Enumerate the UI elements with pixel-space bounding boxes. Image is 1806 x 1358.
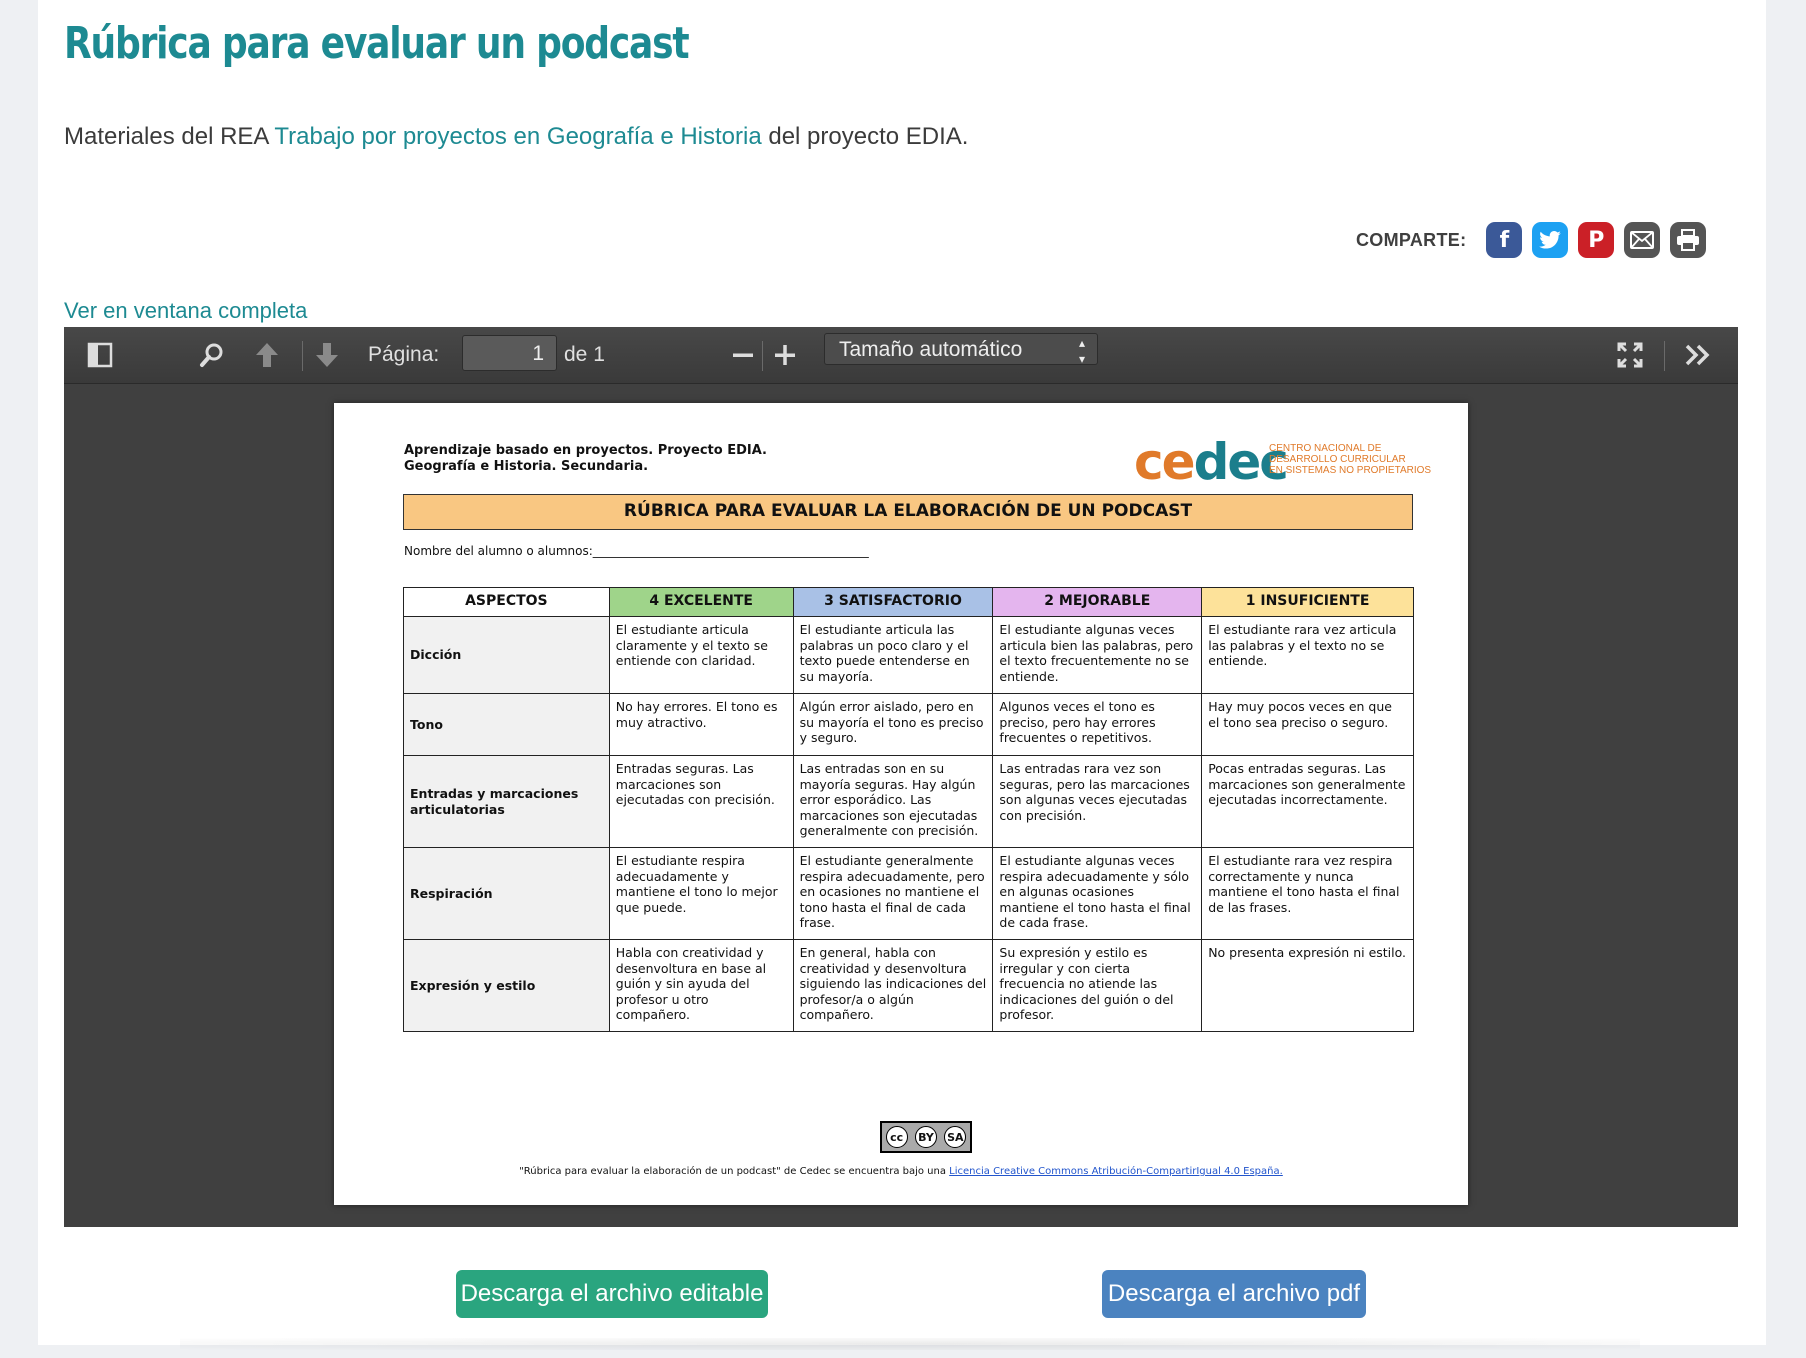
cedec-logo: cedec (1134, 433, 1289, 491)
next-page-icon[interactable] (310, 327, 344, 383)
twitter-icon[interactable] (1532, 222, 1569, 258)
zoom-out-icon[interactable] (726, 327, 760, 383)
download-pdf-button[interactable]: Descarga el archivo pdf (1102, 1270, 1366, 1318)
print-icon[interactable] (1670, 222, 1707, 258)
toolbar-separator (762, 341, 763, 371)
rubric-table: ASPECTOS 4 EXCELENTE 3 SATISFACTORIO 2 M… (403, 587, 1414, 1032)
page-subtitle: Materiales del REA Trabajo por proyectos… (64, 123, 968, 151)
table-row: Dicción El estudiante articula clarament… (403, 616, 1414, 694)
main-page: Rúbrica para evaluar un podcast Material… (38, 0, 1766, 1345)
aspect-cell: Respiración (403, 847, 610, 940)
table-cell: El estudiante articula las palabras un p… (792, 616, 994, 694)
toolbar-separator (1664, 341, 1665, 371)
table-row: Tono No hay errores. El tono es muy atra… (403, 693, 1414, 756)
doc-header: Aprendizaje basado en proyectos. Proyect… (404, 443, 767, 475)
column-header: ASPECTOS (403, 587, 610, 617)
column-header: 2 MEJORABLE (992, 587, 1203, 617)
table-cell: El estudiante articula claramente y el t… (608, 616, 794, 694)
subtitle-suffix: del proyecto EDIA. (761, 123, 969, 150)
download-editable-button[interactable]: Descarga el archivo editable (456, 1270, 768, 1318)
student-name-line: Nombre del alumno o alumnos:____________… (404, 544, 869, 558)
table-cell: Las entradas rara vez son seguras, pero … (992, 755, 1203, 848)
share-label: COMPARTE: (1356, 229, 1467, 250)
table-cell: El estudiante rara vez articula las pala… (1201, 616, 1414, 694)
tools-menu-icon[interactable] (1678, 327, 1718, 383)
page-shadow (180, 1338, 1640, 1350)
cc-by-icon: BY (914, 1126, 937, 1148)
zoom-in-icon[interactable] (768, 327, 802, 383)
pdf-page: Aprendizaje basado en proyectos. Proyect… (334, 403, 1468, 1205)
table-cell: Algunos veces el tono es preciso, pero h… (992, 693, 1203, 756)
column-header: 4 EXCELENTE (608, 587, 794, 617)
page-label: Página: (368, 343, 440, 366)
pdf-viewer: Página: 1 de 1 Tamaño automático ▴ ▾ Apr… (64, 327, 1738, 1227)
page-number-input[interactable]: 1 (462, 335, 557, 371)
presentation-mode-icon[interactable] (1612, 327, 1648, 383)
table-cell: Pocas entradas seguras. Las marcaciones … (1201, 755, 1414, 848)
select-arrows-icon: ▴ ▾ (1078, 336, 1085, 366)
table-row: Entradas y marcaciones articulatorias En… (403, 755, 1414, 848)
license-footer: "Rúbrica para evaluar la elaboración de … (334, 1166, 1468, 1177)
full-window-link[interactable]: Ver en ventana completa (64, 298, 307, 324)
doc-header-line1: Aprendizaje basado en proyectos. Proyect… (404, 443, 767, 458)
aspect-cell: Tono (403, 693, 610, 756)
table-cell: Algún error aislado, pero en su mayoría … (792, 693, 994, 756)
previous-page-icon[interactable] (250, 327, 284, 383)
doc-header-line2: Geografía e Historia. Secundaria. (404, 459, 649, 474)
page-title: Rúbrica para evaluar un podcast (64, 18, 690, 69)
table-cell: El estudiante algunas veces articula bie… (992, 616, 1203, 694)
table-cell: No presenta expresión ni estilo. (1201, 939, 1414, 1032)
subtitle-prefix: Materiales del REA (64, 123, 275, 150)
table-row: Expresión y estilo Habla con creatividad… (403, 939, 1414, 1032)
zoom-select-value: Tamaño automático (839, 338, 1023, 361)
search-icon[interactable] (194, 327, 230, 383)
table-cell: No hay errores. El tono es muy atractivo… (608, 693, 794, 756)
footer-text: "Rúbrica para evaluar la elaboración de … (519, 1166, 950, 1177)
creative-commons-badge: cc BY SA (880, 1121, 972, 1153)
rea-link[interactable]: Trabajo por proyectos en Geografía e His… (274, 123, 761, 150)
cc-icon: cc (885, 1126, 908, 1148)
aspect-cell: Entradas y marcaciones articulatorias (403, 755, 610, 848)
aspect-cell: Expresión y estilo (403, 939, 610, 1032)
table-cell: Las entradas son en su mayoría seguras. … (792, 755, 994, 848)
viewer-toolbar: Página: 1 de 1 Tamaño automático ▴ ▾ (64, 327, 1738, 384)
table-cell: El estudiante generalmente respira adecu… (792, 847, 994, 940)
table-cell: El estudiante respira adecuadamente y ma… (608, 847, 794, 940)
table-cell: Habla con creatividad y desenvoltura en … (608, 939, 794, 1032)
table-cell: El estudiante rara vez respira correctam… (1201, 847, 1414, 940)
license-link[interactable]: Licencia Creative Commons Atribución-Com… (949, 1166, 1283, 1177)
rubric-banner: RÚBRICA PARA EVALUAR LA ELABORACIÓN DE U… (403, 494, 1413, 530)
table-cell: El estudiante algunas veces respira adec… (992, 847, 1203, 940)
zoom-select[interactable]: Tamaño automático ▴ ▾ (824, 333, 1098, 366)
facebook-icon[interactable]: f (1486, 222, 1523, 258)
toolbar-separator (302, 341, 303, 371)
page-total: de 1 (564, 343, 605, 366)
rubric-header-row: ASPECTOS 4 EXCELENTE 3 SATISFACTORIO 2 M… (403, 587, 1414, 617)
column-header: 3 SATISFACTORIO (792, 587, 994, 617)
sidebar-toggle-icon[interactable] (82, 327, 118, 383)
table-cell: Su expresión y estilo es irregular y con… (992, 939, 1203, 1032)
cc-sa-icon: SA (944, 1126, 967, 1148)
cedec-logo-subtitle: CENTRO NACIONAL DE DESARROLLO CURRICULAR… (1269, 443, 1432, 476)
aspect-cell: Dicción (403, 616, 610, 694)
column-header: 1 INSUFICIENTE (1201, 587, 1414, 617)
pinterest-icon[interactable]: P (1578, 222, 1615, 258)
email-icon[interactable] (1624, 222, 1661, 258)
table-cell: Hay muy pocos veces en que el tono sea p… (1201, 693, 1414, 756)
table-cell: En general, habla con creatividad y dese… (792, 939, 994, 1032)
table-row: Respiración El estudiante respira adecua… (403, 847, 1414, 940)
table-cell: Entradas seguras. Las marcaciones son ej… (608, 755, 794, 848)
share-bar: COMPARTE: f P (1356, 220, 1707, 260)
